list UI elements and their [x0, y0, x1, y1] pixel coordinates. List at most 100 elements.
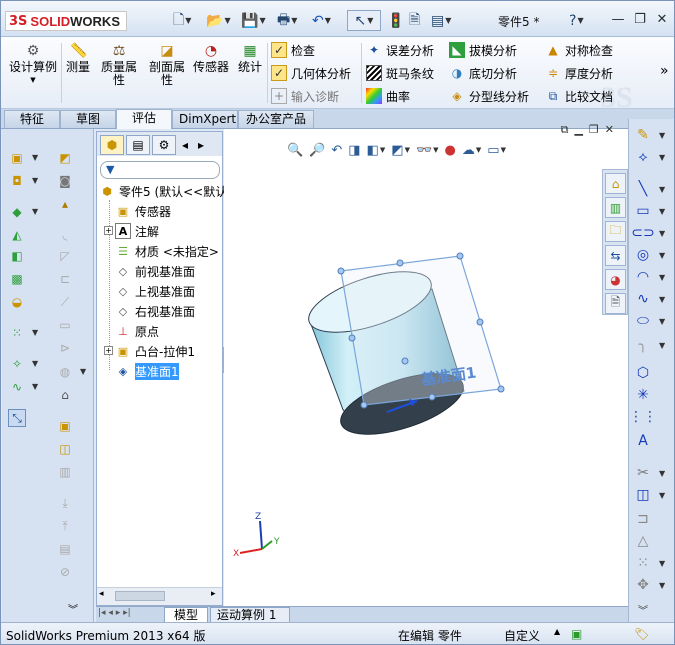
plane1-preview[interactable] — [337, 252, 505, 413]
graphics-area[interactable]: ⧉ ▁ ❐ ✕ 🔍 🔎 ↶ ◨ ◧ ▼ ◩ ▼ 👓 ▼ ● ☁ ▼ ▭ ▼ 基准… — [224, 123, 628, 606]
scrollbar-thumb[interactable] — [115, 591, 165, 601]
custom-properties-icon[interactable]: 🗎 — [605, 293, 626, 314]
chevron-down-icon[interactable]: ▼ — [445, 16, 451, 25]
spline-icon[interactable]: ∿ — [633, 289, 653, 309]
options-button[interactable]: ▤ ▼ — [431, 10, 451, 31]
intersect-icon[interactable]: ▥ — [56, 463, 74, 481]
close-button[interactable]: ✕ — [653, 12, 671, 28]
feature-tree-tab[interactable]: ⬢ — [100, 135, 124, 155]
chevron-down-icon[interactable]: ▼ — [80, 367, 86, 376]
chevron-down-icon[interactable]: ▼ — [659, 491, 665, 500]
chevron-down-icon[interactable]: ▼ — [325, 16, 331, 25]
sensors-button[interactable]: ◔ 传感器 — [191, 43, 231, 74]
chevron-down-icon[interactable]: ▼ — [659, 317, 665, 326]
swept-boss-icon[interactable]: ◆ — [8, 203, 26, 221]
chevron-down-icon[interactable]: ▼ — [659, 581, 665, 590]
zebra-stripes-button[interactable]: 斑马条纹 — [366, 63, 434, 83]
lofted-boss-icon[interactable]: ◭ — [8, 226, 26, 244]
tree-item-origin[interactable]: ⊥ 原点 — [115, 322, 159, 340]
chevron-down-icon[interactable]: ▼ — [32, 153, 38, 162]
ribbon-more-button[interactable]: » — [660, 61, 669, 81]
fillet-sketch-icon[interactable]: ╮ — [633, 335, 653, 355]
convert-entities-icon[interactable]: ◫ — [633, 485, 653, 505]
boundary-boss-icon[interactable]: ◧ — [8, 247, 26, 265]
revolved-boss-icon[interactable]: ◘ — [8, 172, 26, 190]
polygon-icon[interactable]: ⬡ — [633, 363, 653, 383]
tree-item-sensors[interactable]: ▣ 传感器 — [115, 202, 171, 220]
freeform-icon[interactable]: ⊘ — [56, 563, 74, 581]
chevron-up-icon[interactable]: ▲ — [554, 627, 560, 636]
compare-documents-button[interactable]: ⧉ 比较文档 — [545, 86, 613, 106]
tab-model[interactable]: 模型 — [164, 607, 208, 623]
model-canvas[interactable]: 基准面1 Z Y X — [224, 129, 628, 606]
property-manager-tab[interactable]: ▤ — [126, 135, 150, 155]
line-icon[interactable]: ╲ — [633, 179, 653, 199]
shell-icon[interactable]: ▭ — [56, 316, 74, 334]
point-icon[interactable]: ✳ — [633, 385, 653, 405]
appearances-icon[interactable]: ◕ — [605, 269, 626, 290]
revolved-cut-icon[interactable]: ◙ — [56, 172, 74, 190]
circle-icon[interactable]: ◎ — [633, 245, 653, 265]
rectangle-icon[interactable]: ▭ — [633, 201, 653, 221]
parting-line-analysis-button[interactable]: ◈ 分型线分析 — [449, 86, 529, 106]
mirror-entities-icon[interactable]: △ — [633, 531, 653, 551]
tab-features[interactable]: 特征 — [4, 110, 60, 128]
chevron-down-icon[interactable]: ▼ — [659, 469, 665, 478]
rib-icon[interactable]: ⊏ — [56, 270, 74, 288]
home-icon[interactable]: ⌂ — [605, 173, 626, 194]
chamfer-icon[interactable]: ◸ — [56, 247, 74, 265]
move-face-icon[interactable]: ⤓ — [56, 494, 74, 512]
tree-item-front-plane[interactable]: ◇ 前视基准面 — [115, 262, 195, 280]
draft-icon[interactable]: ⟋ — [56, 293, 74, 311]
wrap-icon[interactable]: ◍ — [56, 363, 74, 381]
chevron-down-icon[interactable]: ▼ — [659, 207, 665, 216]
hole-wizard-icon[interactable]: ⌂ — [56, 386, 74, 404]
construction-geometry-icon[interactable]: ⋮⋮ — [629, 407, 657, 427]
tree-root-part[interactable]: ⬢ 零件5 (默认<<默认 — [99, 182, 227, 200]
design-library-icon[interactable]: ▥ — [605, 197, 626, 218]
chevron-down-icon[interactable]: ▼ — [291, 16, 297, 25]
curvature-button[interactable]: 曲率 — [366, 86, 410, 106]
scroll-left-icon[interactable]: ◂ — [178, 135, 192, 155]
split-icon[interactable]: ▣ — [56, 417, 74, 435]
ellipse-icon[interactable]: ⬭ — [633, 311, 653, 331]
chevron-down-icon[interactable]: ▼ — [659, 295, 665, 304]
chevron-down-icon[interactable]: ▼ — [659, 251, 665, 260]
view-palette-icon[interactable]: ⇆ — [605, 245, 626, 266]
configuration-manager-tab[interactable]: ⚙ — [152, 135, 176, 155]
check-button[interactable]: ✓ 检查 — [271, 40, 315, 60]
undo-button[interactable]: ↶ ▼ — [312, 10, 331, 31]
restore-button[interactable]: ❐ — [631, 12, 649, 28]
extruded-cut-icon[interactable]: ◩ — [56, 149, 74, 167]
tab-sketch[interactable]: 草图 — [60, 110, 116, 128]
scroll-right-icon[interactable]: ▸ — [211, 589, 216, 599]
new-document-button[interactable]: 🗋 ▼ — [173, 10, 191, 31]
chevron-down-icon[interactable]: ▼ — [659, 229, 665, 238]
select-button[interactable]: ↖ ▼ — [347, 10, 381, 31]
chevron-down-icon[interactable]: ▼ — [367, 16, 373, 25]
mirror-icon[interactable]: ⊳ — [56, 339, 74, 357]
text-icon[interactable]: A — [633, 431, 653, 451]
open-button[interactable]: 📂 ▼ — [206, 10, 231, 31]
chevron-down-icon[interactable]: ▼ — [659, 153, 665, 162]
trim-entities-icon[interactable]: ✂ — [633, 463, 653, 483]
tab-evaluate[interactable]: 评估 — [116, 109, 172, 129]
move-entities-icon[interactable]: ✥ — [633, 575, 653, 595]
symmetry-check-button[interactable]: ▲ 对称检查 — [545, 40, 613, 60]
delete-face-icon[interactable]: ⤒ — [56, 517, 74, 535]
slot-icon[interactable]: ⊂⊃ — [631, 223, 654, 243]
swept-cut-icon[interactable]: ▴ — [56, 195, 74, 213]
chevron-down-icon[interactable]: ▼ — [577, 16, 583, 25]
file-explorer-icon[interactable]: 🗀 — [605, 221, 626, 242]
expand-toolbar-icon[interactable]: ︾ — [64, 599, 82, 617]
curves-icon[interactable]: ∿ — [8, 378, 26, 396]
rebuild-button[interactable]: 🚦 — [387, 10, 404, 31]
offset-entities-icon[interactable]: ⊐ — [633, 509, 653, 529]
scroll-right-icon[interactable]: ▸ — [194, 135, 208, 155]
section-properties-button[interactable]: ◪ 剖面属性 — [145, 43, 189, 87]
thicken-icon[interactable]: ▩ — [8, 270, 26, 288]
linear-pattern-icon[interactable]: ⁙ — [8, 324, 26, 342]
measure-button[interactable]: 📏 测量 — [65, 43, 91, 74]
design-study-button[interactable]: ⚙ 设计算例 ▼ — [9, 43, 57, 87]
statistics-button[interactable]: ▦ 统计 — [235, 43, 265, 74]
